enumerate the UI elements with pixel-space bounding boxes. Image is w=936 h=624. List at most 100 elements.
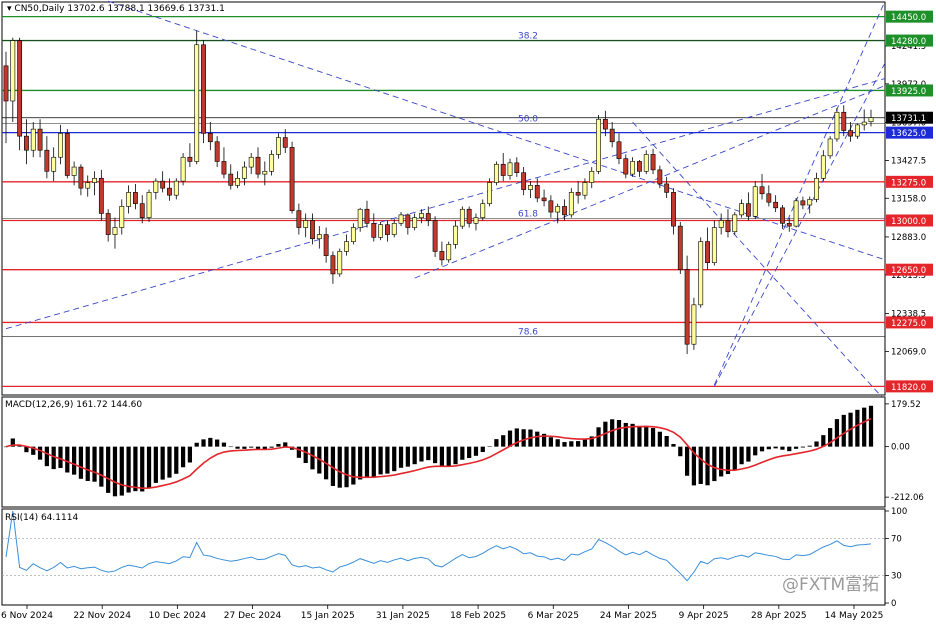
macd-bar <box>146 446 152 488</box>
macd-bar <box>221 442 227 447</box>
candle-body <box>187 156 193 162</box>
macd-bar <box>255 446 261 449</box>
candle-body <box>780 207 785 224</box>
macd-bar <box>800 446 806 448</box>
candle-body <box>126 192 132 207</box>
time-label: 14 May 2025 <box>825 611 884 621</box>
time-label: 9 Apr 2025 <box>679 611 729 621</box>
candle-body <box>582 182 588 196</box>
macd-bar <box>303 446 308 464</box>
macd-bar <box>487 446 492 447</box>
macd-bar <box>664 435 669 447</box>
candle-body <box>207 133 213 143</box>
trading-chart[interactable]: 38.2 50.0 61.8 78.6 179.52 0.00 -212.06 100 70… <box>0 0 936 624</box>
candle-body <box>3 65 9 102</box>
macd-bar <box>684 446 690 476</box>
macd-bar <box>208 437 213 447</box>
macd-bar <box>637 426 642 447</box>
scale-label: 12883.0 <box>891 233 926 243</box>
macd-header: MACD(12,26,9) 161.72 144.60 <box>5 400 143 410</box>
candle-body <box>643 154 649 172</box>
macd-bar <box>249 446 254 448</box>
candle-body <box>160 180 166 189</box>
candle-body <box>323 234 329 256</box>
candle-body <box>228 173 234 186</box>
macd-bar <box>535 431 540 447</box>
macd-bar <box>753 446 758 456</box>
candle-body <box>759 186 765 195</box>
time-label: 15 Jan 2025 <box>301 611 355 621</box>
candle-body <box>807 199 813 206</box>
candle-body <box>548 200 554 213</box>
macd-bar <box>467 446 472 459</box>
macd-bar <box>167 446 172 478</box>
candle-body <box>391 223 397 235</box>
candle-body <box>841 111 847 131</box>
macd-bar <box>283 442 288 447</box>
candle-body <box>623 158 629 175</box>
rsi-header: RSI(14) 64.1114 <box>5 513 79 523</box>
macd-bar <box>773 446 778 449</box>
macd-bar <box>99 446 104 487</box>
macd-bar <box>140 446 145 492</box>
macd-bar <box>432 446 438 464</box>
candle-body <box>364 208 370 224</box>
macd-bar <box>392 446 397 472</box>
macd-bar <box>855 409 860 447</box>
price-panel: 38.2 50.0 61.8 78.6 <box>1 0 886 401</box>
scale-label: 13427.5 <box>891 156 926 166</box>
macd-bar <box>398 446 404 468</box>
candle-body <box>616 141 622 159</box>
level-tag-label: 14280.0 <box>891 37 926 47</box>
candle-body <box>854 124 860 137</box>
candle-body <box>214 141 220 162</box>
candle-body <box>466 208 472 224</box>
candle-body <box>92 178 97 183</box>
macd-bar <box>419 446 424 462</box>
rsi-scale-label: 30 <box>891 571 902 581</box>
fib-label: 78.6 <box>518 327 538 337</box>
macd-bar <box>337 446 342 488</box>
macd-bar <box>555 439 560 447</box>
candle-body <box>139 203 145 218</box>
candle-body <box>766 193 772 203</box>
candle-body <box>528 185 533 190</box>
macd-bar <box>507 430 513 447</box>
candle-body <box>650 154 656 171</box>
level-tag-label: 14450.0 <box>891 13 926 23</box>
candle-body <box>739 203 745 216</box>
candle-body <box>820 155 826 179</box>
candle-body <box>282 137 288 148</box>
macd-bar <box>310 446 315 470</box>
candle-body <box>262 170 268 175</box>
macd-bar <box>37 446 43 460</box>
time-label: 10 Dec 2024 <box>149 611 207 621</box>
time-axis: 6 Nov 2024 22 Nov 2024 10 Dec 2024 27 Dec 2… <box>1 605 883 621</box>
candle-body <box>473 217 479 224</box>
candle-body <box>425 213 431 221</box>
symbol-ohlc-text: CN50,Daily 13702.6 13788.1 13669.6 13731… <box>14 4 225 14</box>
candle-body <box>500 163 506 176</box>
candle-body <box>861 121 867 126</box>
candle-body <box>378 224 384 238</box>
macd-bar <box>834 419 840 447</box>
candle-body <box>691 304 697 345</box>
candle-body <box>398 214 404 224</box>
candle-body <box>357 208 363 228</box>
macd-bar <box>242 446 247 449</box>
candle-body <box>24 135 29 151</box>
dropdown-triangle-icon[interactable]: ▾ <box>7 4 12 14</box>
candle-body <box>786 223 792 227</box>
candle-body <box>487 182 492 204</box>
macd-bar <box>657 431 662 447</box>
candle-body <box>834 111 840 140</box>
candle-body <box>677 225 683 270</box>
macd-bar <box>678 446 683 457</box>
candle-body <box>745 203 751 217</box>
rsi-panel-frame <box>1 508 886 606</box>
candle-body <box>153 180 159 193</box>
level-tag-label: 13275.0 <box>891 178 926 188</box>
candle-body <box>718 220 724 228</box>
macd-scale-label: 0.00 <box>891 443 910 453</box>
candle-body <box>541 197 547 202</box>
